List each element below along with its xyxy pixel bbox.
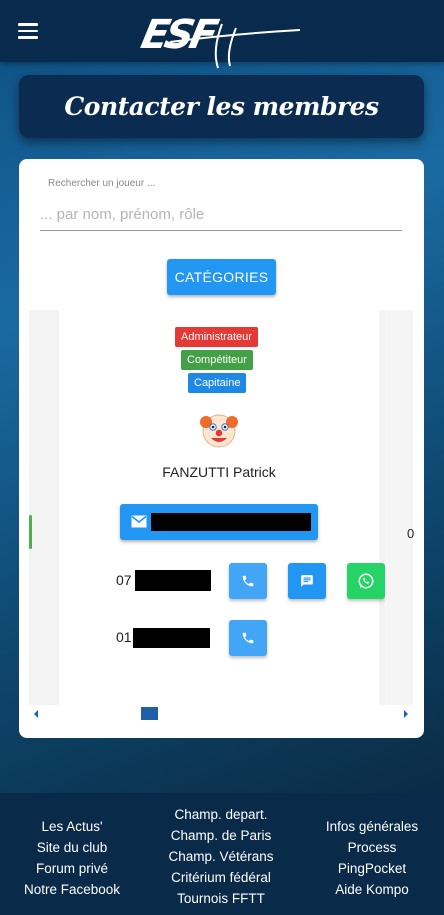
footer-link-tournois-fftt[interactable]: Tournois FFTT [150, 888, 292, 909]
call-phone2-button[interactable] [229, 620, 267, 656]
phone2-redacted [133, 628, 210, 648]
mail-icon [131, 515, 147, 528]
footer-column-infos: Infos générales Process PingPocket Aide … [300, 816, 444, 900]
phone-icon [242, 575, 254, 587]
email-button[interactable] [120, 504, 318, 540]
footer-link-champ-veterans[interactable]: Champ. Vétérans [150, 846, 292, 867]
member-card: Administrateur Compétiteur Capitaine FAN… [59, 310, 385, 705]
footer-link-facebook[interactable]: Notre Facebook [0, 879, 144, 900]
phone1-redacted [135, 570, 211, 591]
call-phone1-button[interactable] [229, 563, 267, 599]
page-title-card: Contacter les membres [19, 75, 424, 138]
footer-link-infos[interactable]: Infos générales [300, 816, 444, 837]
footer-link-criterium[interactable]: Critérium fédéral [150, 867, 292, 888]
phone-icon [242, 632, 254, 644]
role-badge-competitor: Compétiteur [181, 350, 253, 370]
member-name: FANZUTTI Patrick [162, 464, 276, 480]
message-icon [301, 575, 313, 587]
footer-column-competitions: Champ. depart. Champ. de Paris Champ. Vé… [150, 804, 292, 909]
scroll-right-arrow-icon[interactable] [404, 710, 408, 718]
footer-column-club: Les Actus' Site du club Forum privé Notr… [0, 816, 144, 900]
sms-button[interactable] [288, 563, 326, 599]
footer-link-site-club[interactable]: Site du club [0, 837, 144, 858]
page-title: Contacter les membres [64, 92, 379, 121]
footer-link-champ-depart[interactable]: Champ. depart. [150, 804, 292, 825]
members-card: Rechercher un joueur ... CATÉGORIES Admi… [19, 159, 424, 738]
footer: Les Actus' Site du club Forum privé Notr… [0, 793, 444, 915]
footer-link-champ-paris[interactable]: Champ. de Paris [150, 825, 292, 846]
menu-icon[interactable] [18, 23, 38, 39]
member-carousel[interactable]: Administrateur Compétiteur Capitaine FAN… [29, 310, 415, 705]
search-label: Rechercher un joueur ... [48, 178, 156, 189]
whatsapp-button[interactable] [347, 563, 385, 599]
previous-slide-indicator [29, 515, 32, 549]
top-bar: ESF [0, 0, 444, 69]
role-badge-captain: Capitaine [188, 373, 247, 393]
scroll-left-arrow-icon[interactable] [34, 710, 38, 718]
search-input[interactable] [40, 199, 402, 231]
role-badge-admin: Administrateur [175, 327, 258, 347]
email-redacted [151, 513, 311, 531]
club-logo[interactable]: ESF [137, 10, 305, 74]
phone2-prefix: 01 [116, 629, 132, 645]
footer-link-actus[interactable]: Les Actus' [0, 816, 144, 837]
footer-link-pingpocket[interactable]: PingPocket [300, 858, 444, 879]
whatsapp-icon [358, 573, 374, 589]
footer-link-process[interactable]: Process [300, 837, 444, 858]
horizontal-scrollbar-thumb[interactable] [141, 707, 158, 720]
footer-link-forum[interactable]: Forum privé [0, 858, 144, 879]
logo-swoosh [169, 23, 301, 69]
next-slide-peek[interactable]: 0 [385, 310, 415, 705]
phone1-prefix: 07 [116, 572, 132, 588]
next-slide-text: 0 [407, 526, 415, 541]
categories-button[interactable]: CATÉGORIES [167, 259, 276, 295]
footer-link-aide-kompo[interactable]: Aide Kompo [300, 879, 444, 900]
clown-avatar-icon [200, 414, 238, 448]
